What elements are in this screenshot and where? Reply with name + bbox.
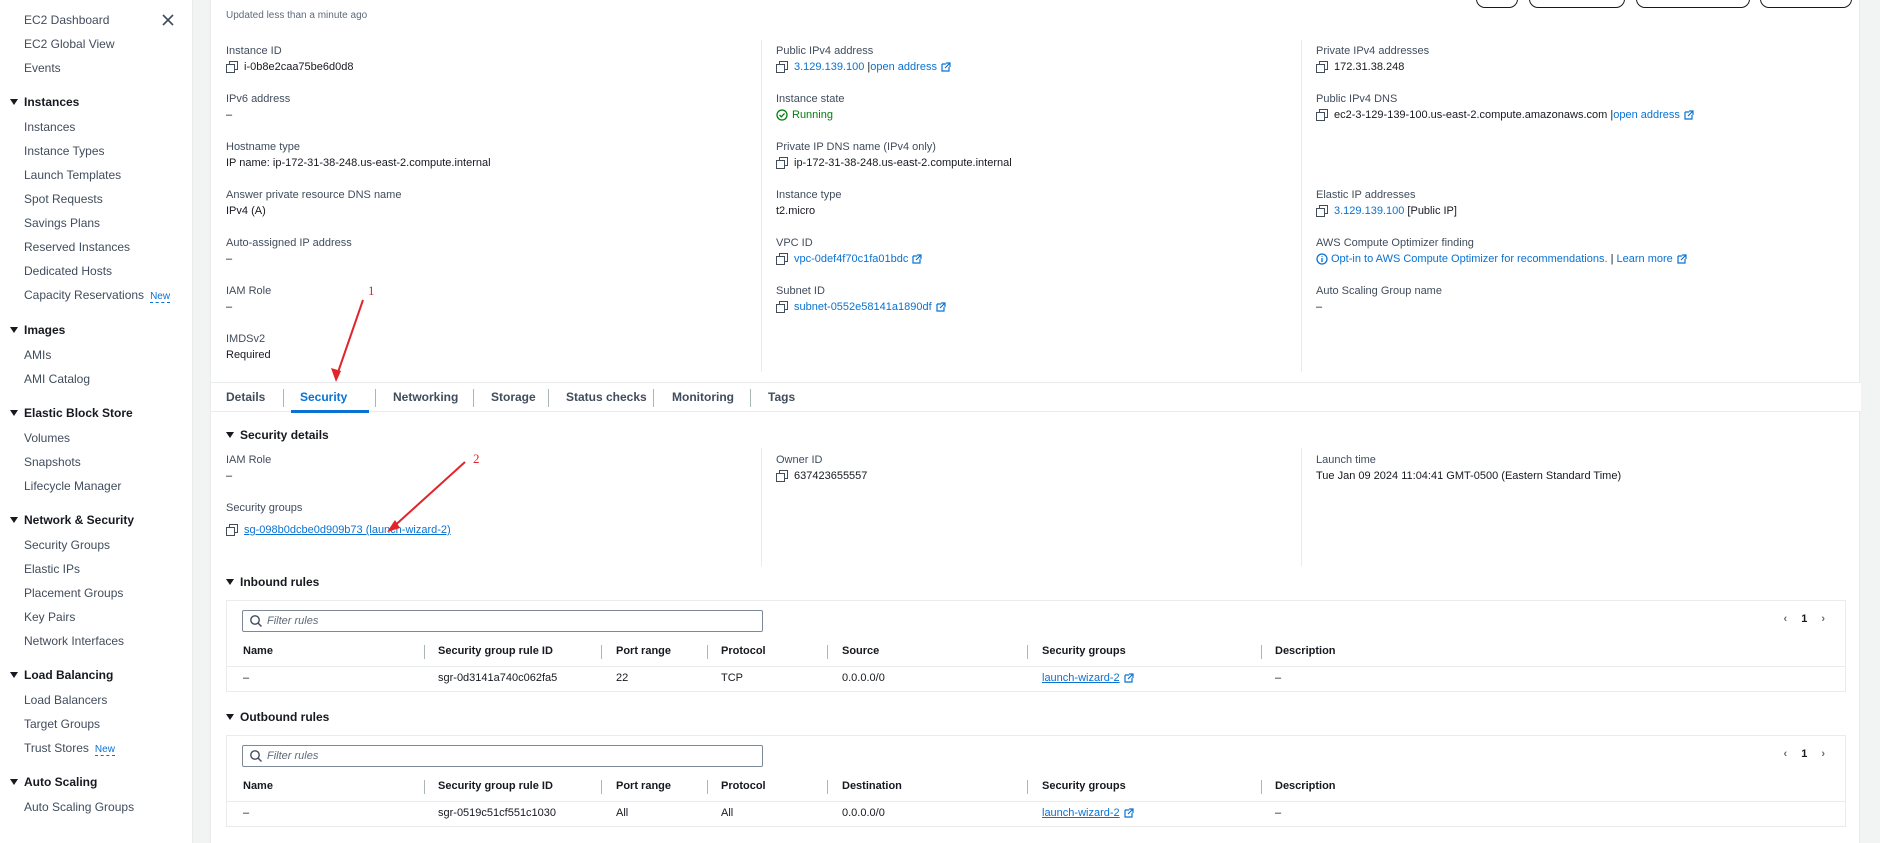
annotation-arrows <box>331 299 466 532</box>
sidebar-item-security-groups[interactable]: Security Groups <box>24 538 110 552</box>
sidebar-item-savings-plans[interactable]: Savings Plans <box>24 216 100 230</box>
sidebar-item-lifecycle-manager[interactable]: Lifecycle Manager <box>24 479 121 493</box>
caret-down-icon <box>10 517 18 523</box>
close-icon[interactable] <box>160 12 176 28</box>
sidebar-section-auto-scaling[interactable]: Auto Scaling <box>10 775 97 789</box>
sidebar-item-dedicated-hosts[interactable]: Dedicated Hosts <box>24 264 112 278</box>
sidebar-section-ebs[interactable]: Elastic Block Store <box>10 406 133 420</box>
sidebar-item-events[interactable]: Events <box>24 61 61 75</box>
new-badge: New <box>94 744 115 756</box>
sidebar-item-placement-groups[interactable]: Placement Groups <box>24 586 123 600</box>
caret-down-icon <box>10 99 18 105</box>
sidebar-item-volumes[interactable]: Volumes <box>24 431 70 445</box>
caret-down-icon <box>10 327 18 333</box>
sidebar-item-ec2-dashboard[interactable]: EC2 Dashboard <box>24 13 109 27</box>
annotation-label-2: 2 <box>473 451 480 466</box>
caret-down-icon <box>10 672 18 678</box>
caret-down-icon <box>10 779 18 785</box>
new-badge: New <box>150 291 171 303</box>
sidebar-item-key-pairs[interactable]: Key Pairs <box>24 610 75 624</box>
sidebar-item-amis[interactable]: AMIs <box>24 348 51 362</box>
annotation-label-1: 1 <box>368 283 375 298</box>
sidebar-item-trust-stores[interactable]: Trust Stores New <box>24 741 115 756</box>
caret-down-icon <box>10 410 18 416</box>
sidebar-section-network-security[interactable]: Network & Security <box>10 513 134 527</box>
sidebar-item-elastic-ips[interactable]: Elastic IPs <box>24 562 80 576</box>
sidebar-item-reserved-instances[interactable]: Reserved Instances <box>24 240 130 254</box>
sidebar-item-launch-templates[interactable]: Launch Templates <box>24 168 121 182</box>
annotation-arrow-2 <box>390 461 466 530</box>
sidebar: EC2 Dashboard EC2 Global View Events Ins… <box>0 0 193 843</box>
sidebar-item-ami-catalog[interactable]: AMI Catalog <box>24 372 90 386</box>
sidebar-item-capacity-reservations[interactable]: Capacity Reservations New <box>24 288 171 303</box>
sidebar-section-images[interactable]: Images <box>10 323 65 337</box>
sidebar-item-auto-scaling-groups[interactable]: Auto Scaling Groups <box>24 800 134 814</box>
sidebar-section-load-balancing[interactable]: Load Balancing <box>10 668 113 682</box>
annotation-arrow-1 <box>335 299 364 379</box>
main-content: Updated less than a minute ago Instance … <box>193 0 1880 843</box>
sidebar-item-instance-types[interactable]: Instance Types <box>24 144 105 158</box>
sidebar-item-target-groups[interactable]: Target Groups <box>24 717 100 731</box>
sidebar-item-network-interfaces[interactable]: Network Interfaces <box>24 634 124 648</box>
sidebar-section-instances[interactable]: Instances <box>10 95 79 109</box>
sidebar-item-instances[interactable]: Instances <box>24 120 75 134</box>
sidebar-item-snapshots[interactable]: Snapshots <box>24 455 81 469</box>
sidebar-item-load-balancers[interactable]: Load Balancers <box>24 693 107 707</box>
sidebar-item-ec2-global-view[interactable]: EC2 Global View <box>24 37 115 51</box>
sidebar-item-spot-requests[interactable]: Spot Requests <box>24 192 103 206</box>
